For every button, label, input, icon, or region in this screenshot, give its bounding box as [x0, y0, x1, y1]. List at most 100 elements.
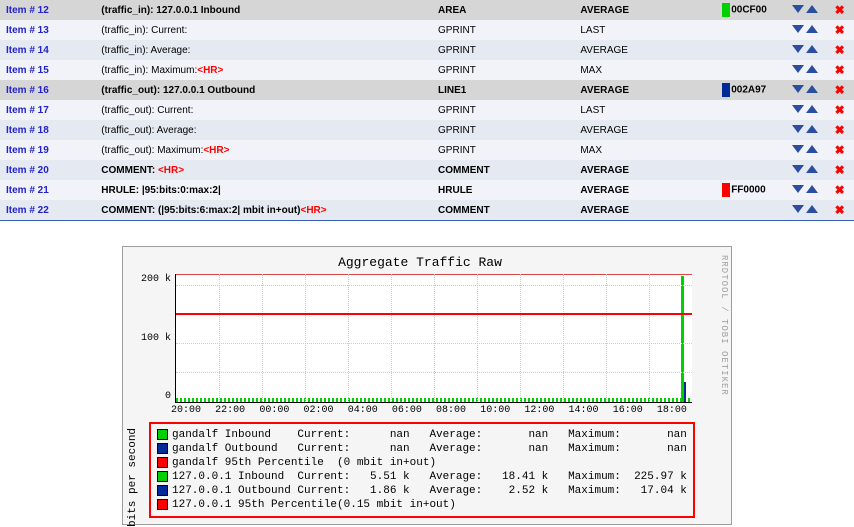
- table-row: Item # 19 (traffic_out): Maximum:<HR> GPRI…: [0, 140, 854, 160]
- item-type: COMMENT: [432, 160, 574, 180]
- move-up-icon[interactable]: [806, 165, 818, 173]
- move-down-icon[interactable]: [792, 5, 804, 13]
- delete-icon[interactable]: ✖: [835, 63, 845, 77]
- item-desc: (traffic_out): 127.0.0.1 Outbound: [101, 85, 255, 96]
- delete-icon[interactable]: ✖: [835, 123, 845, 137]
- legend-entry: gandalf Inbound Current: nan Average: na…: [157, 428, 687, 442]
- move-down-icon[interactable]: [792, 105, 804, 113]
- legend-entry: gandalf Outbound Current: nan Average: n…: [157, 442, 687, 456]
- item-link[interactable]: Item # 13: [6, 25, 49, 36]
- delete-icon[interactable]: ✖: [835, 183, 845, 197]
- color-cell: FF0000: [716, 180, 780, 200]
- item-cf: AVERAGE: [574, 120, 716, 140]
- item-link[interactable]: Item # 16: [6, 85, 49, 96]
- item-cf: AVERAGE: [574, 160, 716, 180]
- item-cf: LAST: [574, 20, 716, 40]
- item-link[interactable]: Item # 21: [6, 185, 49, 196]
- delete-icon[interactable]: ✖: [835, 3, 845, 17]
- delete-icon[interactable]: ✖: [835, 103, 845, 117]
- table-row: Item # 21HRULE: |95:bits:0:max:2|HRULEAV…: [0, 180, 854, 200]
- move-up-icon[interactable]: [806, 145, 818, 153]
- color-cell: [716, 40, 780, 60]
- chart-legend: gandalf Inbound Current: nan Average: na…: [149, 422, 695, 518]
- color-cell: [716, 200, 780, 221]
- move-up-icon[interactable]: [806, 185, 818, 193]
- move-up-icon[interactable]: [806, 85, 818, 93]
- item-type: GPRINT: [432, 120, 574, 140]
- item-desc: (traffic_in): Average:: [101, 45, 190, 56]
- move-down-icon[interactable]: [792, 85, 804, 93]
- item-type: GPRINT: [432, 40, 574, 60]
- move-down-icon[interactable]: [792, 185, 804, 193]
- move-down-icon[interactable]: [792, 165, 804, 173]
- item-desc: (traffic_in): Maximum:: [101, 65, 197, 76]
- item-desc: (traffic_out): Average:: [101, 125, 196, 136]
- move-up-icon[interactable]: [806, 5, 818, 13]
- delete-icon[interactable]: ✖: [835, 143, 845, 157]
- item-cf: AVERAGE: [574, 200, 716, 221]
- chart-title: Aggregate Traffic Raw: [129, 253, 711, 274]
- item-type: GPRINT: [432, 140, 574, 160]
- table-row: Item # 16 (traffic_out): 127.0.0.1 Outbou…: [0, 80, 854, 100]
- item-type: GPRINT: [432, 20, 574, 40]
- item-cf: AVERAGE: [574, 40, 716, 60]
- color-cell: [716, 20, 780, 40]
- item-desc: (traffic_out): Maximum:: [101, 145, 203, 156]
- item-cf: LAST: [574, 100, 716, 120]
- color-hex: 00CF00: [731, 5, 767, 16]
- y-axis-ticks: 200 k100 k0: [129, 274, 175, 402]
- hr-tag: <HR>: [203, 145, 229, 156]
- color-cell: [716, 100, 780, 120]
- delete-icon[interactable]: ✖: [835, 83, 845, 97]
- item-desc: COMMENT: (|95:bits:6:max:2| mbit in+out): [101, 205, 300, 216]
- color-cell: 00CF00: [716, 0, 780, 20]
- y-axis-label: bits per second: [127, 428, 139, 527]
- move-up-icon[interactable]: [806, 205, 818, 213]
- delete-icon[interactable]: ✖: [835, 43, 845, 57]
- traffic-spike: [684, 382, 686, 402]
- table-row: Item # 14 (traffic_in): Average: GPRINTAVE…: [0, 40, 854, 60]
- item-cf: MAX: [574, 140, 716, 160]
- item-link[interactable]: Item # 22: [6, 205, 49, 216]
- delete-icon[interactable]: ✖: [835, 203, 845, 217]
- item-cf: AVERAGE: [574, 180, 716, 200]
- item-link[interactable]: Item # 19: [6, 145, 49, 156]
- move-up-icon[interactable]: [806, 45, 818, 53]
- move-down-icon[interactable]: [792, 25, 804, 33]
- move-down-icon[interactable]: [792, 145, 804, 153]
- move-down-icon[interactable]: [792, 65, 804, 73]
- color-hex: FF0000: [731, 185, 765, 196]
- plot-area: [175, 274, 692, 403]
- item-cf: AVERAGE: [574, 0, 716, 20]
- item-cf: MAX: [574, 60, 716, 80]
- delete-icon[interactable]: ✖: [835, 163, 845, 177]
- item-desc: (traffic_in): 127.0.0.1 Inbound: [101, 5, 240, 16]
- move-up-icon[interactable]: [806, 105, 818, 113]
- table-row: Item # 18 (traffic_out): Average: GPRINTAV…: [0, 120, 854, 140]
- item-link[interactable]: Item # 18: [6, 125, 49, 136]
- hr-tag: <HR>: [158, 165, 184, 176]
- color-swatch: [722, 3, 730, 17]
- item-link[interactable]: Item # 20: [6, 165, 49, 176]
- item-link[interactable]: Item # 14: [6, 45, 49, 56]
- item-type: AREA: [432, 0, 574, 20]
- item-desc: HRULE: |95:bits:0:max:2|: [101, 185, 221, 196]
- item-link[interactable]: Item # 17: [6, 105, 49, 116]
- item-desc: (traffic_in): Current:: [101, 25, 187, 36]
- color-cell: [716, 60, 780, 80]
- item-desc: (traffic_out): Current:: [101, 105, 193, 116]
- move-down-icon[interactable]: [792, 125, 804, 133]
- move-up-icon[interactable]: [806, 25, 818, 33]
- item-link[interactable]: Item # 12: [6, 5, 49, 16]
- item-type: GPRINT: [432, 60, 574, 80]
- item-type: LINE1: [432, 80, 574, 100]
- move-up-icon[interactable]: [806, 125, 818, 133]
- move-down-icon[interactable]: [792, 205, 804, 213]
- delete-icon[interactable]: ✖: [835, 23, 845, 37]
- legend-entry: 127.0.0.1 Outbound Current: 1.86 k Avera…: [157, 484, 687, 498]
- move-up-icon[interactable]: [806, 65, 818, 73]
- table-row: Item # 12 (traffic_in): 127.0.0.1 Inbound…: [0, 0, 854, 20]
- item-link[interactable]: Item # 15: [6, 65, 49, 76]
- move-down-icon[interactable]: [792, 45, 804, 53]
- graph-items-table: Item # 12 (traffic_in): 127.0.0.1 Inbound…: [0, 0, 854, 221]
